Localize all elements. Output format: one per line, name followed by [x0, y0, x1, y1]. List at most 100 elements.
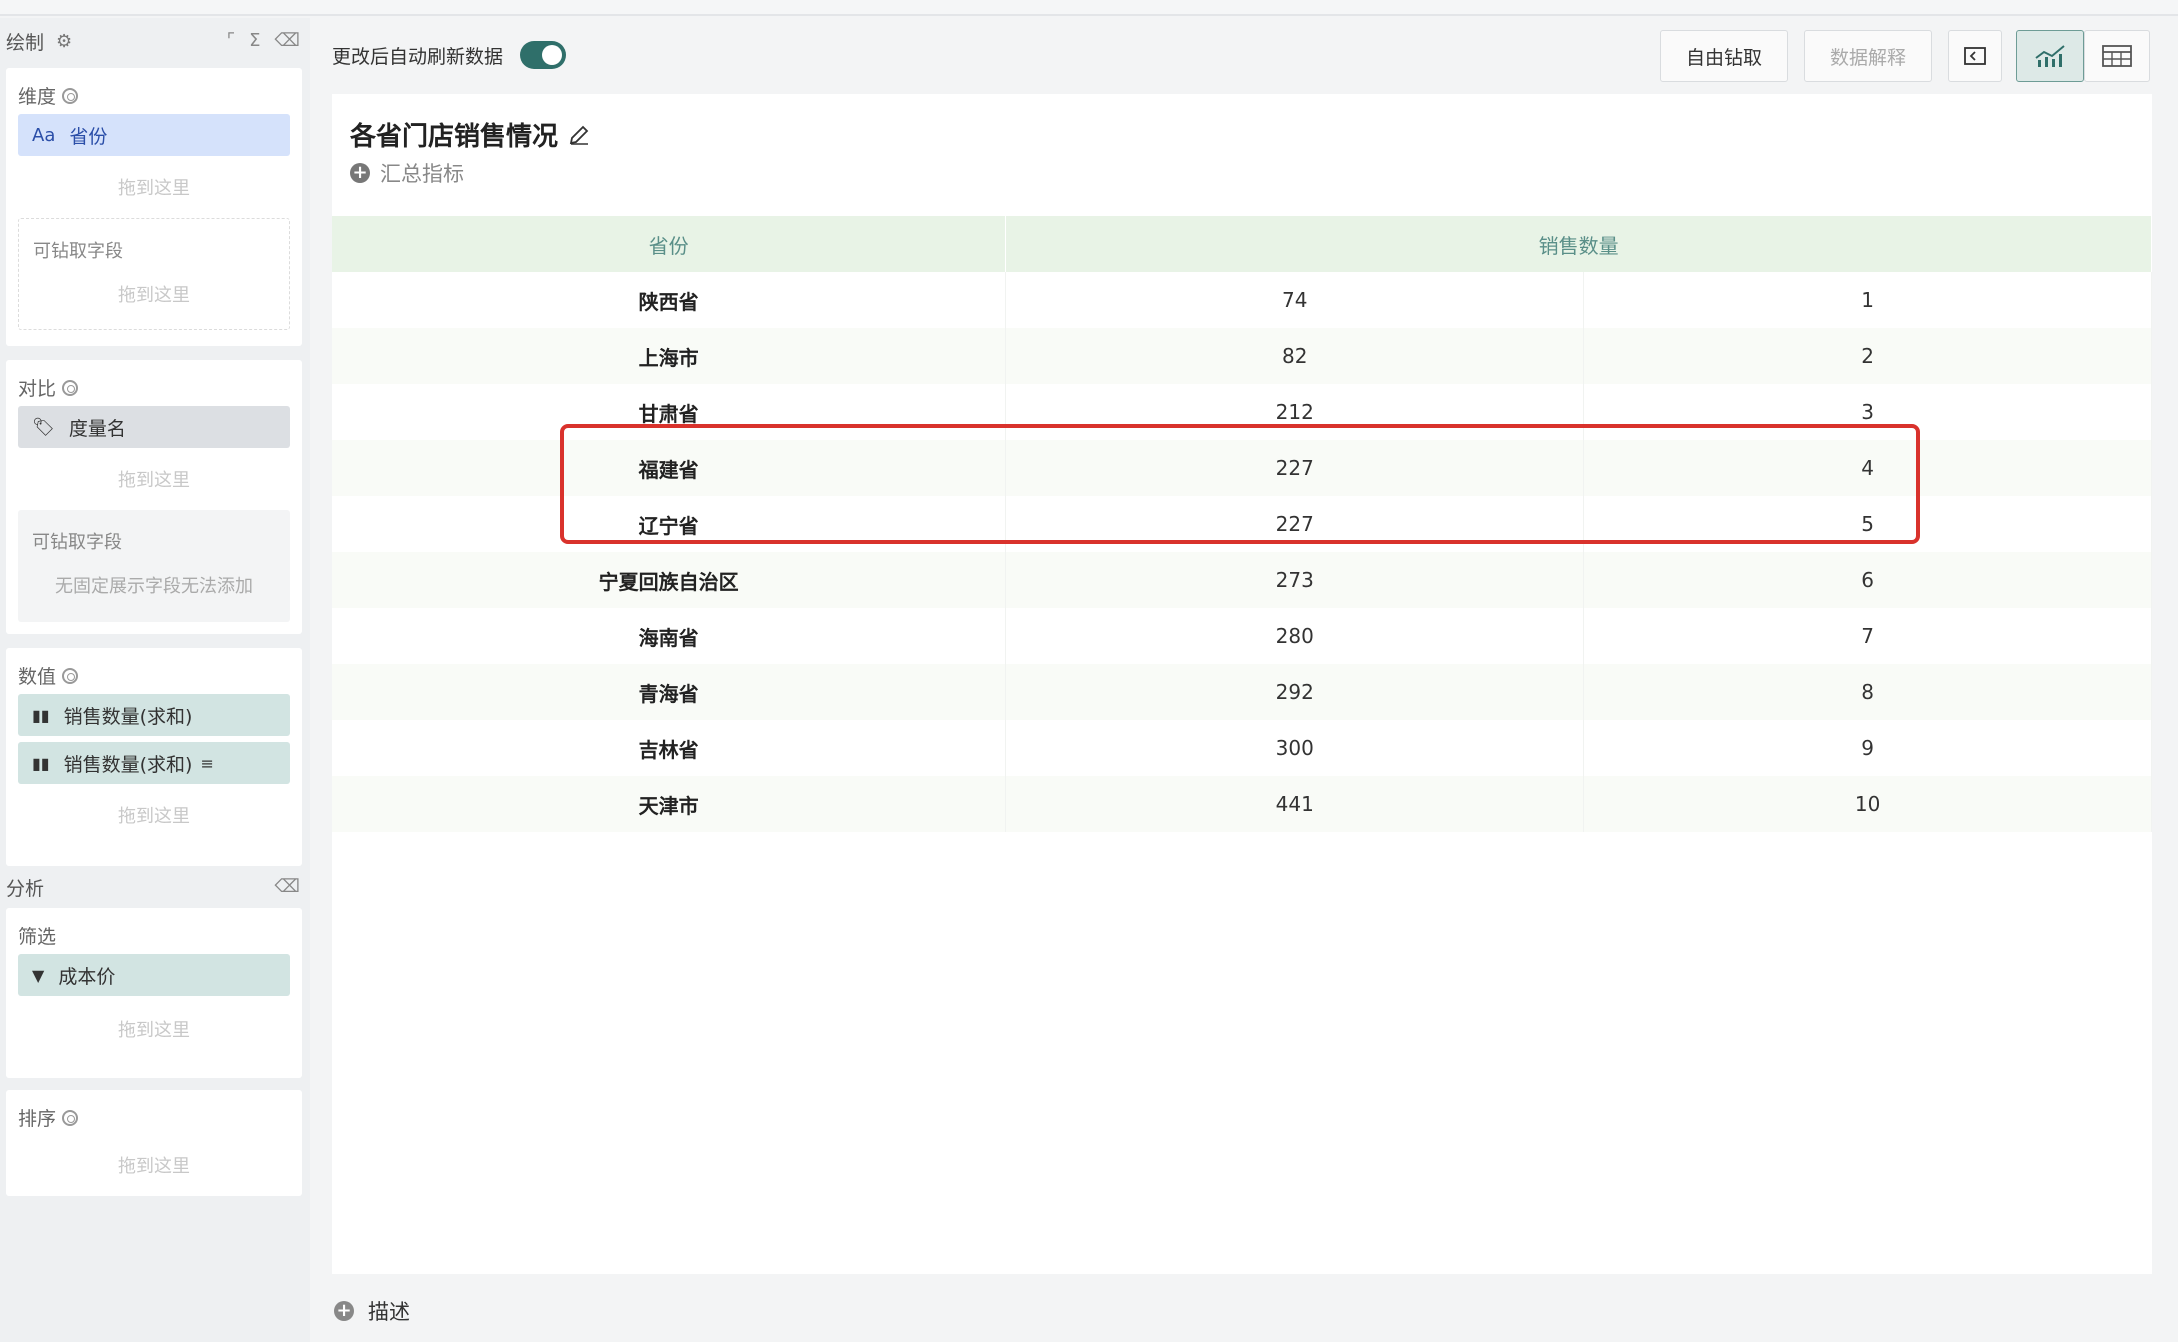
table-row[interactable]: 吉林省 300 9: [332, 720, 2152, 776]
free-drill-button[interactable]: 自由钻取: [1660, 30, 1788, 82]
rank-cell: 1: [1583, 272, 2152, 328]
value-cell: 212: [1005, 384, 1585, 440]
chart-icon: [2035, 45, 2065, 67]
auto-refresh-toggle[interactable]: [520, 41, 566, 69]
rank-cell: 7: [1583, 608, 2152, 664]
value-field-label-2: 销售数量(求和): [63, 753, 193, 776]
bar-chart-icon: ▮▮: [32, 753, 50, 773]
dimension-drill-drop: 拖到这里: [118, 285, 190, 306]
value-field-pill-1[interactable]: ▮▮ 销售数量(求和): [18, 694, 290, 736]
settings-sliders-icon[interactable]: ⚙: [56, 31, 72, 52]
rank-cell: 5: [1583, 496, 2152, 552]
dimension-field-pill[interactable]: Aa 省份: [18, 114, 290, 156]
value-cell: 273: [1005, 552, 1585, 608]
draw-label: 绘制: [6, 31, 45, 54]
draw-section-head: 绘制 ⚙: [6, 26, 72, 56]
compare-drill-label: 可钻取字段: [32, 532, 122, 553]
table-row[interactable]: 宁夏回族自治区 273 6: [332, 552, 2152, 608]
table-row[interactable]: 辽宁省 227 5: [332, 496, 2152, 552]
analysis-label: 分析: [6, 877, 45, 900]
dimension-drill-box[interactable]: 可钻取字段 拖到这里: [18, 218, 290, 330]
value-cell: 227: [1005, 440, 1585, 496]
analysis-section-head: 分析: [6, 872, 44, 902]
chart-title: 各省门店销售情况: [350, 116, 590, 153]
table-view-button[interactable]: [2084, 30, 2150, 82]
chart-view-button[interactable]: [2016, 30, 2084, 82]
draw-tools: ⌜ Σ ⌫: [227, 30, 300, 51]
dimension-title-text: 维度: [18, 86, 57, 108]
rank-cell: 6: [1583, 552, 2152, 608]
value-cell: 292: [1005, 664, 1585, 720]
compare-drop-zone[interactable]: 拖到这里: [6, 466, 302, 492]
sort-asc-icon: ≡: [200, 753, 214, 773]
province-cell: 陕西省: [332, 272, 1007, 328]
rank-cell: 4: [1583, 440, 2152, 496]
table-row[interactable]: 上海市 82 2: [332, 328, 2152, 384]
table-row[interactable]: 陕西省 74 1: [332, 272, 2152, 328]
compare-card: 对比 🏷 度量名 拖到这里 可钻取字段 无固定展示字段无法添加: [6, 360, 302, 634]
filter-field-pill[interactable]: ▼ 成本价: [18, 954, 290, 996]
column-header-sales[interactable]: 销售数量: [1005, 216, 2152, 272]
filter-drop-zone[interactable]: 拖到这里: [6, 1016, 302, 1042]
corner-icon[interactable]: ⌜: [227, 30, 235, 51]
filter-field-label: 成本价: [58, 965, 116, 988]
eraser-icon[interactable]: ⌫: [275, 30, 300, 51]
province-cell: 天津市: [332, 776, 1007, 832]
code-view-button[interactable]: [1948, 30, 2002, 82]
sort-drop-zone[interactable]: 拖到这里: [6, 1152, 302, 1178]
compare-field-pill[interactable]: 🏷 度量名: [18, 406, 290, 448]
dimension-title: 维度: [18, 82, 79, 109]
gear-icon[interactable]: [62, 379, 79, 396]
dimension-drill-label: 可钻取字段: [33, 241, 123, 262]
sigma-icon[interactable]: Σ: [249, 30, 260, 51]
gear-icon[interactable]: [62, 667, 79, 684]
gear-icon[interactable]: [62, 87, 79, 104]
bar-chart-icon: ▮▮: [32, 705, 50, 725]
table-header-row: 省份 销售数量: [332, 216, 2152, 272]
province-cell: 宁夏回族自治区: [332, 552, 1007, 608]
value-cell: 74: [1005, 272, 1585, 328]
value-cell: 227: [1005, 496, 1585, 552]
value-cell: 300: [1005, 720, 1585, 776]
value-cell: 82: [1005, 328, 1585, 384]
column-header-province[interactable]: 省份: [332, 216, 1007, 272]
province-cell: 辽宁省: [332, 496, 1007, 552]
province-cell: 青海省: [332, 664, 1007, 720]
auto-refresh-label: 更改后自动刷新数据: [332, 46, 504, 68]
dimension-drop-zone[interactable]: 拖到这里: [6, 174, 302, 200]
table-row[interactable]: 海南省 280 7: [332, 608, 2152, 664]
summary-metric[interactable]: + 汇总指标: [350, 158, 464, 188]
values-card: 数值 ▮▮ 销售数量(求和) ▮▮ 销售数量(求和) ≡ 拖到这里: [6, 648, 302, 866]
chart-title-text: 各省门店销售情况: [350, 122, 559, 152]
table-row[interactable]: 青海省 292 8: [332, 664, 2152, 720]
rank-cell: 3: [1583, 384, 2152, 440]
edit-pencil-icon[interactable]: [568, 124, 590, 146]
add-circle-icon: +: [334, 1301, 354, 1321]
province-cell: 吉林省: [332, 720, 1007, 776]
value-field-pill-2[interactable]: ▮▮ 销售数量(求和) ≡: [18, 742, 290, 784]
text-type-icon: Aa: [32, 124, 56, 146]
compare-title-text: 对比: [18, 378, 57, 400]
value-cell: 441: [1005, 776, 1585, 832]
value-field-label-1: 销售数量(求和): [63, 705, 193, 728]
table-row[interactable]: 天津市 441 10: [332, 776, 2152, 832]
summary-metric-label: 汇总指标: [380, 162, 464, 186]
tag-icon: 🏷: [32, 416, 55, 438]
data-explain-button[interactable]: 数据解释: [1804, 30, 1932, 82]
gear-icon[interactable]: [62, 1109, 79, 1126]
values-drop-zone[interactable]: 拖到这里: [6, 802, 302, 828]
province-cell: 甘肃省: [332, 384, 1007, 440]
province-cell: 海南省: [332, 608, 1007, 664]
describe-button[interactable]: + 描述: [334, 1296, 410, 1326]
code-panel-icon: [1964, 47, 1986, 65]
eraser-icon[interactable]: ⌫: [275, 876, 300, 897]
add-circle-icon: +: [350, 163, 370, 183]
province-cell: 福建省: [332, 440, 1007, 496]
table-row[interactable]: 福建省 227 4: [332, 440, 2152, 496]
compare-title: 对比: [18, 374, 79, 401]
analysis-tools: ⌫: [275, 876, 300, 897]
sort-card: 排序 拖到这里: [6, 1090, 302, 1196]
chart-content: 各省门店销售情况 + 汇总指标 省份 销售数量 陕西省 74 1 上海市 82 2 甘肃省 2…: [332, 94, 2152, 1274]
table-row[interactable]: 甘肃省 212 3: [332, 384, 2152, 440]
compare-drill-box: 可钻取字段 无固定展示字段无法添加: [18, 510, 290, 622]
